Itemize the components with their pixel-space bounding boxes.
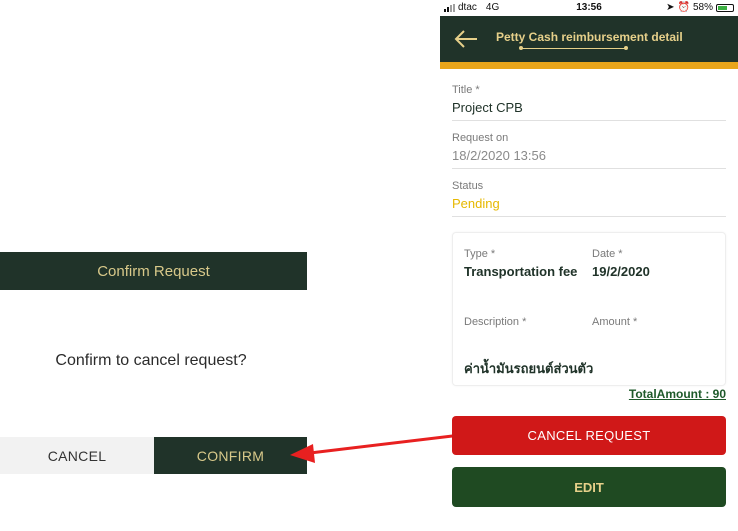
expense-item-card[interactable]: Type * Transportation fee Date * 19/2/20… xyxy=(452,232,726,386)
status-value: Pending xyxy=(452,196,500,211)
title-underline xyxy=(521,48,625,49)
status-label: Status xyxy=(452,180,484,192)
edit-button[interactable]: EDIT xyxy=(452,467,726,507)
battery-icon xyxy=(716,3,734,12)
header-accent-stripe xyxy=(440,62,738,69)
location-icon: ➤ xyxy=(666,2,675,13)
date-label: Date * xyxy=(592,248,623,260)
arrow-left-icon[interactable] xyxy=(452,26,480,52)
type-label: Type * xyxy=(464,248,496,260)
request-on-label: Request on xyxy=(452,132,509,144)
status-field: Status Pending xyxy=(452,180,726,217)
nav-bar: Petty Cash reimbursement detail xyxy=(440,16,738,62)
amount-label: Amount * xyxy=(592,316,638,328)
total-amount: TotalAmount : 90 xyxy=(628,387,726,401)
underline-dot xyxy=(519,46,523,50)
title-value: Project CPB xyxy=(452,100,523,115)
type-value: Transportation fee xyxy=(464,264,578,279)
request-on-value: 18/2/2020 13:56 xyxy=(452,148,546,163)
request-on-field: Request on 18/2/2020 13:56 xyxy=(452,132,726,169)
underline-dot xyxy=(624,46,628,50)
date-value: 19/2/2020 xyxy=(592,264,650,279)
battery-percent: 58% xyxy=(692,2,713,13)
description-label: Description * xyxy=(464,316,527,328)
alarm-icon: ⏰ xyxy=(677,2,690,13)
title-field: Title * Project CPB xyxy=(452,84,726,121)
description-value: ค่าน้ำมันรถยนต์ส่วนตัว xyxy=(464,361,594,376)
cancel-request-button[interactable]: CANCEL REQUEST xyxy=(452,416,726,455)
page-title: Petty Cash reimbursement detail xyxy=(496,30,683,44)
title-label: Title * xyxy=(452,84,480,96)
status-bar: dtac 4G 13:56 ➤ ⏰ 58% xyxy=(440,0,738,16)
